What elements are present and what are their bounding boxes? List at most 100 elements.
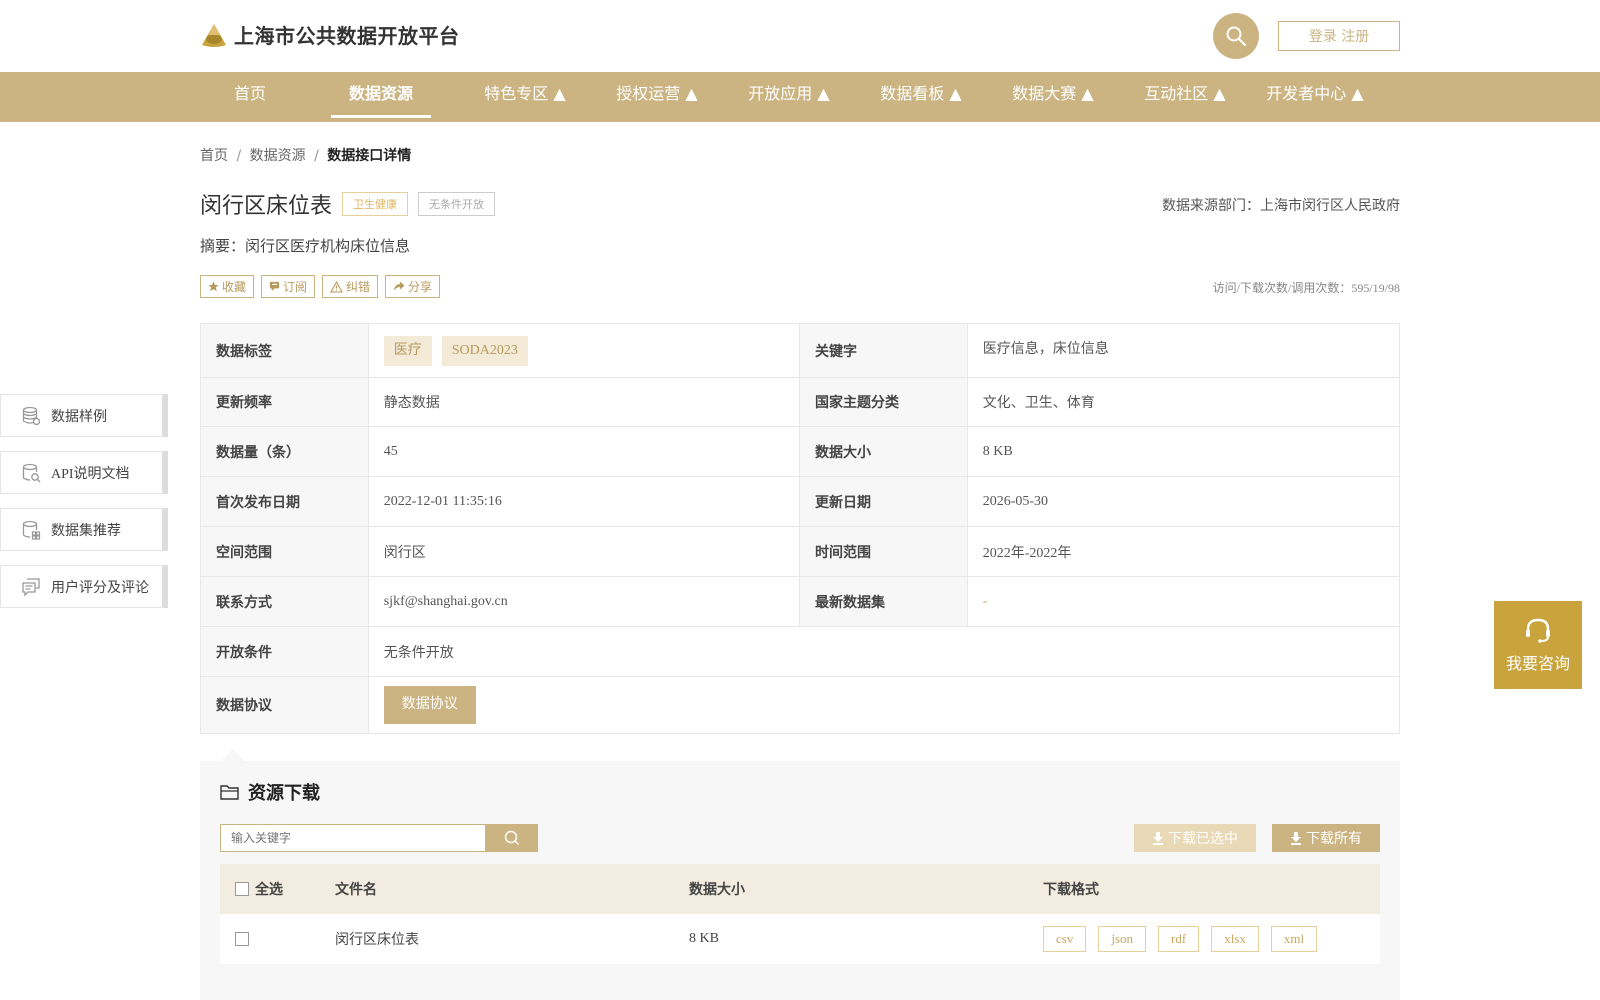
nav-item[interactable]: 特色专区 ▲ xyxy=(460,72,590,122)
select-all-label: 全选 xyxy=(255,883,283,898)
dataset-summary: 摘要：闵行区医疗机构床位信息 xyxy=(200,237,411,255)
bookmark-icon xyxy=(269,281,280,292)
share-button[interactable]: 分享 xyxy=(385,275,441,298)
source-department: 数据来源部门：上海市闵行区人民政府 xyxy=(1162,198,1400,214)
info-label-first-pub: 首次发布日期 xyxy=(201,477,369,526)
data-protocol-button[interactable]: 数据协议 xyxy=(383,686,476,724)
nav-item[interactable]: 开发者中心 ▲ xyxy=(1250,72,1380,122)
api-doc-icon xyxy=(22,463,41,482)
download-icon xyxy=(1291,831,1301,845)
sidebar-item-label: API说明文档 xyxy=(51,466,130,482)
row-filename: 闵行区床位表 xyxy=(335,933,419,948)
info-label-count: 数据量（条） xyxy=(201,427,369,476)
col-header-format: 下载格式 xyxy=(1043,883,1099,898)
info-label-protocol: 数据协议 xyxy=(201,677,369,733)
info-label-tags: 数据标签 xyxy=(201,324,369,377)
col-header-size: 数据大小 xyxy=(689,883,745,898)
table-row: 闵行区床位表 8 KB csv json rdf xlsx xml xyxy=(220,914,1380,964)
download-selected-label: 下载已选中 xyxy=(1168,831,1238,847)
open-type-tag: 无条件开放 xyxy=(418,192,496,216)
breadcrumb-section[interactable]: 数据资源 xyxy=(250,148,306,164)
info-row: 首次发布日期 2022-12-01 11:35:16 更新日期 2026-05-… xyxy=(201,477,1399,527)
info-label-contact: 联系方式 xyxy=(201,577,369,626)
share-icon xyxy=(393,281,405,291)
resource-download-section: 资源下载 下载已选中 下载所有 全选 文件名 数据大小 下载格式 xyxy=(200,761,1400,1000)
sidebar-item-comments[interactable]: 用户评分及评论 xyxy=(0,565,168,608)
data-tag-chip[interactable]: SODA2023 xyxy=(441,335,528,366)
login-register-button[interactable]: 登录 注册 xyxy=(1278,21,1400,51)
breadcrumb-separator: / xyxy=(314,148,319,164)
info-value-size: 8 KB xyxy=(982,443,1013,459)
download-search-input[interactable] xyxy=(220,824,486,852)
comment-icon xyxy=(22,577,40,597)
subscribe-label: 订阅 xyxy=(283,280,308,294)
action-bar: 收藏 订阅 纠错 分享 xyxy=(200,275,447,298)
consult-button[interactable]: 我要咨询 xyxy=(1494,601,1582,689)
format-rdf-button[interactable]: rdf xyxy=(1158,926,1200,952)
page-title: 闵行区床位表 xyxy=(200,194,333,219)
info-value-count: 45 xyxy=(369,427,800,476)
info-label-time: 时间范围 xyxy=(800,527,968,576)
col-header-filename: 文件名 xyxy=(335,883,377,898)
download-selected-button[interactable]: 下载已选中 xyxy=(1134,824,1256,852)
site-logo[interactable]: 上海市公共数据开放平台 xyxy=(200,20,460,49)
report-error-button[interactable]: 纠错 xyxy=(322,275,379,298)
info-label-frequency: 更新频率 xyxy=(201,378,369,426)
database-icon xyxy=(22,406,41,425)
info-label-condition: 开放条件 xyxy=(201,627,369,676)
row-size: 8 KB xyxy=(689,931,719,946)
breadcrumb-separator: / xyxy=(236,148,242,164)
nav-item[interactable]: 首页 xyxy=(212,72,288,122)
info-value-protocol: 数据协议 xyxy=(369,677,1399,733)
nav-item[interactable]: 数据看板 ▲ xyxy=(856,72,986,122)
nav-item[interactable]: 数据资源 xyxy=(331,72,431,122)
info-row: 空间范围 闵行区 时间范围 2022年-2022年 xyxy=(201,527,1399,577)
select-all-checkbox[interactable] xyxy=(235,882,249,896)
info-label-latest: 最新数据集 xyxy=(800,577,968,626)
nav-item[interactable]: 授权运营 ▲ xyxy=(592,72,722,122)
search-icon xyxy=(1226,26,1247,47)
favorite-button[interactable]: 收藏 xyxy=(200,275,255,298)
star-icon xyxy=(208,281,219,292)
row-formats: csv json rdf xlsx xml xyxy=(1043,926,1380,952)
favorite-label: 收藏 xyxy=(222,280,247,294)
sidebar-item-label: 用户评分及评论 xyxy=(51,580,149,596)
format-json-button[interactable]: json xyxy=(1098,926,1147,952)
subscribe-button[interactable]: 订阅 xyxy=(261,275,316,298)
sidebar-item-label: 数据集推荐 xyxy=(51,523,121,539)
breadcrumb-home[interactable]: 首页 xyxy=(200,148,228,164)
info-value-theme: 文化、卫生、体育 xyxy=(982,396,1095,411)
logo-icon xyxy=(202,23,226,47)
folder-icon xyxy=(220,784,239,800)
share-label: 分享 xyxy=(408,280,433,294)
format-xml-button[interactable]: xml xyxy=(1270,926,1318,952)
nav-item[interactable]: 开放应用 ▲ xyxy=(724,72,854,122)
info-value-updated: 2026-05-30 xyxy=(982,493,1049,509)
info-row: 联系方式 sjkf@shanghai.gov.cn 最新数据集 - xyxy=(201,577,1399,627)
dataset-title-row: 闵行区床位表 卫生健康 无条件开放 xyxy=(200,188,505,220)
nav-item[interactable]: 互动社区 ▲ xyxy=(1120,72,1250,122)
row-checkbox[interactable] xyxy=(235,932,249,946)
row-select-cell xyxy=(220,932,335,946)
download-all-button[interactable]: 下载所有 xyxy=(1272,824,1380,852)
data-tag-chip[interactable]: 医疗 xyxy=(383,335,432,366)
info-value-first-pub: 2022-12-01 11:35:16 xyxy=(369,477,800,526)
sidebar-item-dataset-recommend[interactable]: 数据集推荐 xyxy=(0,508,168,551)
select-all-cell: 全选 xyxy=(220,879,335,899)
info-value-contact: sjkf@shanghai.gov.cn xyxy=(369,577,800,626)
info-value-latest[interactable]: - xyxy=(968,577,1399,626)
info-value-spatial: 闵行区 xyxy=(369,527,800,576)
info-row: 数据量（条） 45 数据大小 8 KB xyxy=(201,427,1399,477)
sidebar-item-api-doc[interactable]: API说明文档 xyxy=(0,451,168,494)
sidebar-item-data-sample[interactable]: 数据样例 xyxy=(0,394,168,437)
format-csv-button[interactable]: csv xyxy=(1043,926,1087,952)
download-title-text: 资源下载 xyxy=(248,783,320,804)
info-label-keywords: 关键字 xyxy=(800,324,968,377)
download-section-title: 资源下载 xyxy=(220,779,320,805)
info-label-updated: 更新日期 xyxy=(800,477,968,526)
nav-item[interactable]: 数据大赛 ▲ xyxy=(988,72,1118,122)
format-xlsx-button[interactable]: xlsx xyxy=(1211,926,1259,952)
info-value-keywords: 医疗信息，床位信息 xyxy=(982,342,1109,357)
header-search-button[interactable] xyxy=(1213,13,1259,59)
download-search-button[interactable] xyxy=(486,824,538,852)
